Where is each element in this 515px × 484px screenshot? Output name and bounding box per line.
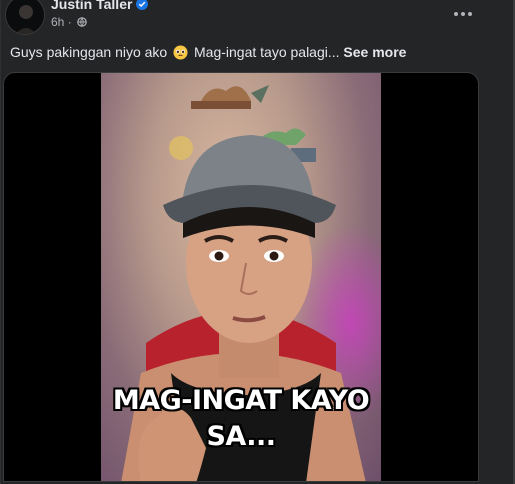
author-name[interactable]: Justin Taller	[51, 0, 132, 12]
meta-separator: ·	[64, 15, 76, 29]
video-subtitle-line-1: MAG-INGAT KAYO	[112, 385, 370, 416]
video-frame[interactable]: MAG-INGAT KAYO SA...	[101, 73, 381, 481]
author-avatar[interactable]	[5, 0, 45, 35]
post-timestamp[interactable]: 6h	[51, 15, 64, 29]
verified-badge-icon	[136, 0, 149, 10]
post-header: Justin Taller 6h ·	[1, 0, 515, 40]
author-name-row: Justin Taller	[51, 0, 149, 12]
video-player[interactable]: MAG-INGAT KAYO SA...	[3, 72, 479, 482]
post-card: Justin Taller 6h · Guys pakinggan niyo a…	[0, 0, 515, 484]
caption-text-before: Guys pakinggan niyo ako	[10, 44, 172, 60]
caption-text-after: Mag-ingat tayo palagi...	[190, 44, 344, 60]
post-meta: 6h ·	[51, 15, 87, 29]
more-options-icon[interactable]	[449, 4, 477, 24]
globe-icon	[77, 17, 87, 27]
see-more-link[interactable]: See more	[343, 44, 406, 60]
pleading-face-emoji-icon	[173, 45, 188, 60]
post-caption: Guys pakinggan niyo ako Mag-ingat tayo p…	[10, 44, 406, 60]
video-subtitle-line-2: SA...	[206, 421, 276, 452]
